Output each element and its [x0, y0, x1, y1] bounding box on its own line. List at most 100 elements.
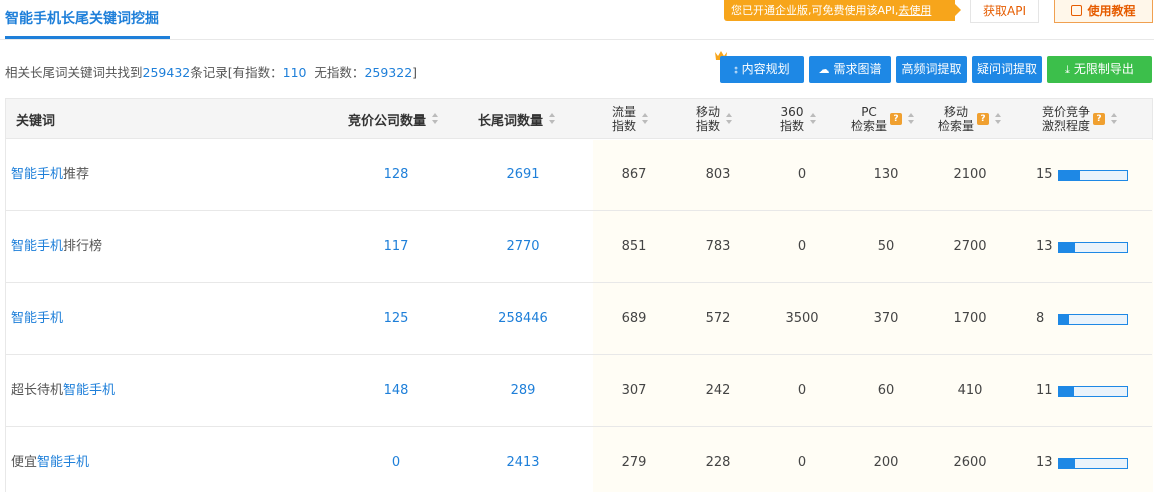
cell-360-index: 3500	[785, 311, 819, 326]
enterprise-notice: 您已开通企业版,可免费使用该API,去使用	[724, 0, 955, 21]
cell-mobile-index: 242	[705, 383, 731, 398]
col-longtail-count-label: 长尾词数量	[478, 113, 544, 129]
table-row: 智能手机排行榜 117 2770 851 783 0 50 2700 13	[6, 211, 1152, 283]
cell-longtail-count[interactable]: 258446	[473, 283, 573, 355]
cell-traffic-index: 279	[621, 455, 647, 470]
cell-bid-companies[interactable]: 0	[346, 427, 446, 492]
col-pc-search[interactable]: PC 检索量?	[851, 99, 915, 139]
competition-bar-fill	[1059, 171, 1081, 180]
table-row: 便宜智能手机 0 2413 279 228 0 200 2600 13	[6, 427, 1152, 492]
keyword-highlight: 智能手机	[11, 239, 64, 254]
export-button[interactable]: ⤓ 无限制导出	[1047, 56, 1152, 83]
competition-bar	[1058, 314, 1128, 325]
table-header: 关键词 竞价公司数量 长尾词数量 流量 指数 移动 指数 360 指数 PC 检索量? …	[6, 99, 1152, 139]
cell-keyword[interactable]: 智能手机	[11, 283, 63, 355]
tutorial-button[interactable]: 使用教程	[1054, 0, 1153, 23]
col-mobile-index-line1: 移动	[696, 105, 721, 119]
sort-icon[interactable]	[995, 113, 1002, 125]
col-pc-search-line2: 检索量	[851, 119, 888, 133]
cloud-icon: ☁	[818, 63, 830, 76]
sort-icon[interactable]	[432, 113, 439, 125]
question-extract-button[interactable]: 疑问词提取	[972, 56, 1042, 83]
cell-traffic-index: 689	[621, 311, 647, 326]
cell-mobile-search: 2700	[953, 239, 987, 254]
result-summary: 相关长尾词关键词共找到259432条记录[有指数：110 无指数：259322]	[5, 62, 417, 81]
summary-total: 259432	[142, 65, 191, 80]
export-label: 无限制导出	[1073, 62, 1134, 76]
high-freq-extract-button[interactable]: 高频词提取	[896, 56, 967, 83]
competition-bar-fill	[1059, 243, 1076, 252]
cell-mobile-index: 228	[705, 455, 731, 470]
cell-keyword[interactable]: 超长待机智能手机	[11, 355, 115, 427]
col-360-index[interactable]: 360 指数	[780, 99, 817, 139]
cell-pc-search: 130	[873, 167, 899, 182]
col-traffic-index[interactable]: 流量 指数	[612, 99, 649, 139]
col-bid-companies[interactable]: 竞价公司数量	[348, 99, 439, 139]
cell-traffic-index: 307	[621, 383, 647, 398]
sort-icon[interactable]	[642, 113, 649, 125]
cell-keyword[interactable]: 智能手机排行榜	[11, 211, 102, 283]
col-pc-search-line1: PC	[861, 105, 877, 119]
col-mobile-search[interactable]: 移动 检索量?	[938, 99, 1002, 139]
download-icon: ⤓	[1065, 63, 1070, 76]
help-icon[interactable]: ?	[977, 113, 990, 125]
keyword-suffix: 推荐	[63, 167, 90, 182]
cell-keyword[interactable]: 智能手机推荐	[11, 139, 89, 211]
cell-longtail-count[interactable]: 2413	[473, 427, 573, 492]
notice-text: 您已开通企业版,可免费使用该API,	[731, 4, 899, 17]
sort-icon[interactable]	[908, 113, 915, 125]
demand-graph-button[interactable]: ☁ 需求图谱	[809, 56, 891, 83]
cell-keyword[interactable]: 便宜智能手机	[11, 427, 89, 492]
col-mobile-index[interactable]: 移动 指数	[696, 99, 733, 139]
cell-longtail-count[interactable]: 2691	[473, 139, 573, 211]
summary-prefix: 相关长尾词关键词共找到	[5, 65, 143, 80]
col-360-index-line1: 360	[780, 105, 804, 119]
demand-graph-label: 需求图谱	[833, 62, 882, 76]
sort-icon[interactable]	[726, 113, 733, 125]
cell-mobile-index: 572	[705, 311, 731, 326]
cell-360-index: 0	[797, 239, 807, 254]
col-longtail-count[interactable]: 长尾词数量	[478, 99, 556, 139]
cell-competition-value: 11	[1036, 383, 1053, 398]
cell-bid-companies[interactable]: 125	[346, 283, 446, 355]
sort-icon[interactable]	[1111, 113, 1118, 125]
cell-360-index: 0	[797, 455, 807, 470]
col-keyword-label: 关键词	[16, 113, 56, 129]
cell-competition-value: 13	[1036, 455, 1053, 470]
help-icon[interactable]: ?	[890, 113, 903, 125]
table-row: 智能手机推荐 128 2691 867 803 0 130 2100 15	[6, 139, 1152, 211]
competition-bar	[1058, 170, 1128, 181]
tutorial-icon	[1071, 5, 1083, 16]
header-divider	[0, 39, 1154, 40]
summary-mid: 条记录[有指数：	[190, 65, 283, 80]
table-row: 超长待机智能手机 148 289 307 242 0 60 410 11	[6, 355, 1152, 427]
competition-bar-fill	[1059, 387, 1074, 396]
cell-360-index: 0	[797, 167, 807, 182]
cell-mobile-search: 1700	[953, 311, 987, 326]
cell-bid-companies[interactable]: 128	[346, 139, 446, 211]
cell-mobile-search: 2600	[953, 455, 987, 470]
keyword-highlight: 智能手机	[11, 311, 64, 326]
cell-mobile-search: 410	[957, 383, 983, 398]
summary-mid2: 无指数：	[306, 65, 365, 80]
tab-longtail-mining[interactable]: 智能手机长尾关键词挖掘	[5, 8, 159, 28]
col-competition[interactable]: 竞价竞争 激烈程度?	[1042, 99, 1118, 139]
get-api-button[interactable]: 获取API	[970, 0, 1039, 23]
sort-icon[interactable]	[810, 113, 817, 125]
cell-longtail-count[interactable]: 289	[473, 355, 573, 427]
col-competition-line1: 竞价竞争	[1042, 105, 1091, 119]
cell-bid-companies[interactable]: 148	[346, 355, 446, 427]
col-keyword: 关键词	[16, 99, 55, 139]
keyword-prefix: 便宜	[11, 455, 38, 470]
sort-icon[interactable]	[549, 113, 556, 125]
competition-bar-fill	[1059, 459, 1076, 468]
col-mobile-index-line2: 指数	[696, 119, 721, 133]
cell-bid-companies[interactable]: 117	[346, 211, 446, 283]
notice-use-link[interactable]: 去使用	[898, 4, 931, 17]
cell-longtail-count[interactable]: 2770	[473, 211, 573, 283]
tab-title-rest: 长尾关键词挖掘	[61, 11, 159, 27]
help-icon[interactable]: ?	[1093, 113, 1106, 125]
cell-mobile-index: 783	[705, 239, 731, 254]
cell-competition-value: 13	[1036, 239, 1053, 254]
content-planning-button[interactable]: ⦂ 内容规划	[720, 56, 804, 83]
